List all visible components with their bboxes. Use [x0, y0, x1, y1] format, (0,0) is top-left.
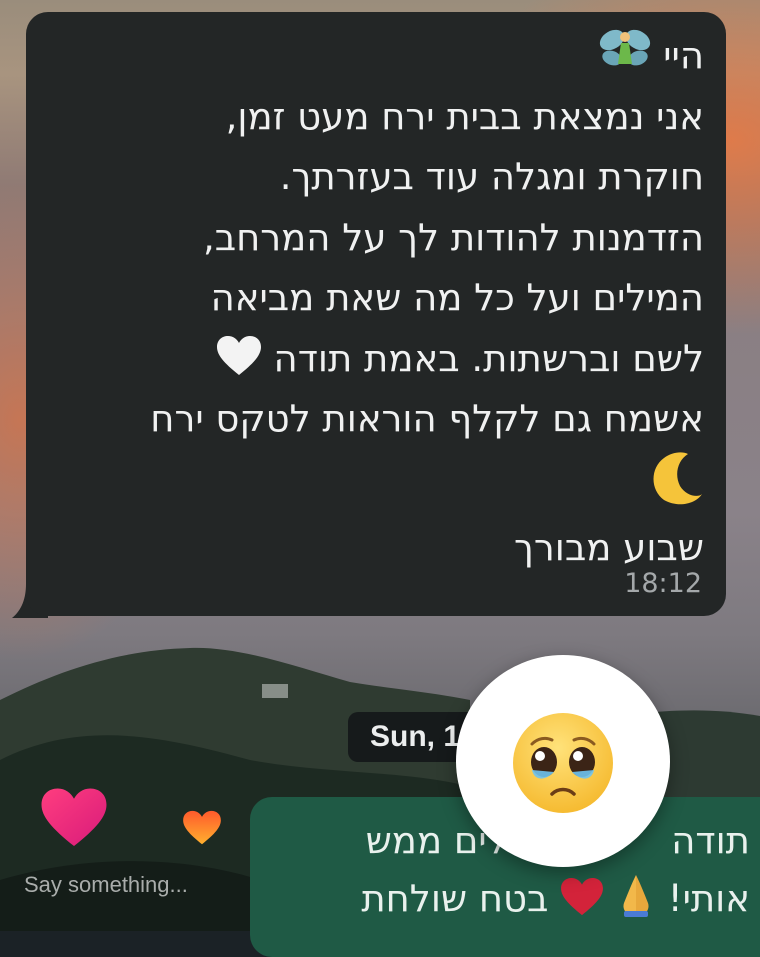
message-line: המילים ועל כל מה שאת מביאה — [210, 276, 704, 319]
folded-hands-icon — [623, 875, 649, 917]
gradient-heart-icon[interactable] — [40, 787, 108, 849]
crescent-moon-icon — [653, 451, 702, 504]
message-line: היי — [44, 24, 704, 87]
story-reply-input[interactable]: Say something... — [24, 872, 188, 898]
message-line: אותי! בטח שולחת — [280, 870, 750, 928]
message-timestamp: 18:12 — [624, 568, 702, 599]
small-heart-icon[interactable] — [182, 810, 222, 846]
message-line: חוקרת ומגלה עוד בעזרתך. — [279, 155, 704, 198]
message-line: לשם וברשתות. באמת תודה — [44, 329, 704, 390]
message-line: אשמח גם לקלף הוראות לטקס ירח — [150, 397, 704, 440]
message-line: אני נמצאת בבית ירח מעט זמן, — [225, 94, 704, 138]
red-heart-icon — [561, 877, 604, 916]
message-line: הזדמנות להודות לך על המרחב, — [202, 215, 704, 259]
white-heart-icon — [216, 335, 261, 375]
incoming-message-text: היי אני נמצאת בבית ירח מעט זמן, חוקרת ומ… — [44, 24, 704, 579]
message-line — [44, 450, 704, 519]
pleading-face-icon[interactable] — [510, 710, 616, 816]
message-line: שבוע מבורך — [514, 526, 704, 569]
fairy-icon — [599, 29, 650, 66]
